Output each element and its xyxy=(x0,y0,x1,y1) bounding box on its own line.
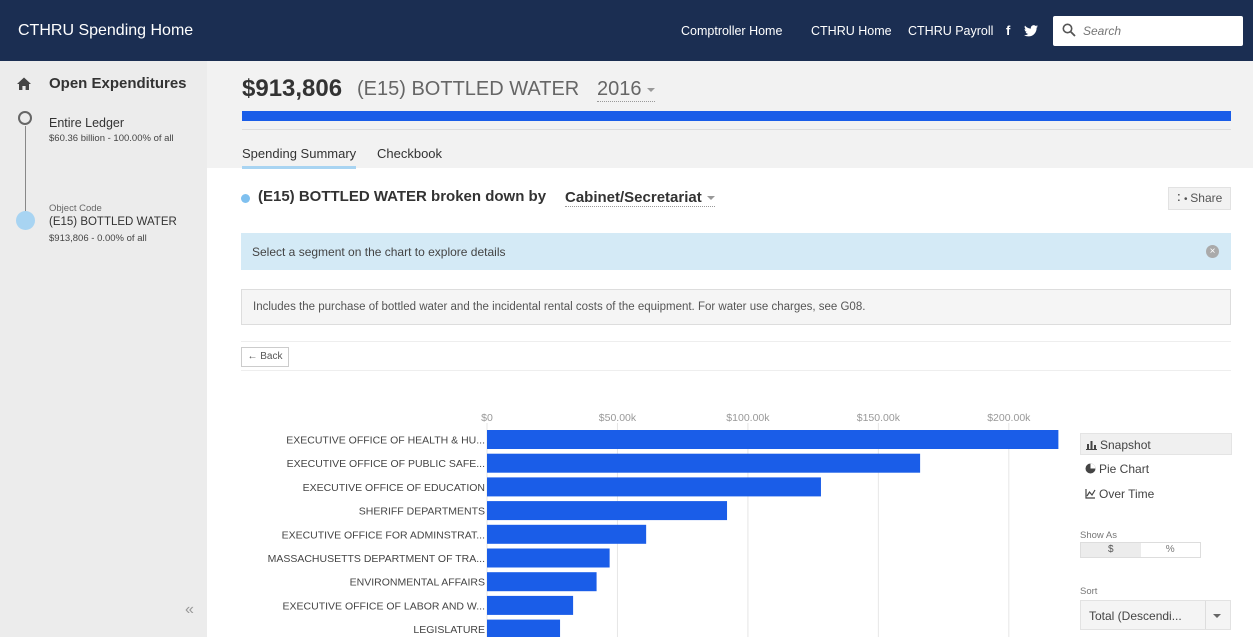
breakdown-dimension-dropdown[interactable]: Cabinet/Secretariat xyxy=(565,189,715,207)
collapse-sidebar-icon[interactable]: « xyxy=(185,601,194,619)
sidebar-step-object-code-total: $913,806 - 0.00% of all xyxy=(49,233,147,244)
timeline-node-object-code xyxy=(16,211,35,230)
bar[interactable] xyxy=(487,572,597,592)
breakdown-bar-chart: $0 $50.00k $100.00k $150.00k $200.00k EXECUTI… xyxy=(268,412,1059,637)
share-label: Share xyxy=(1190,191,1223,205)
bar[interactable] xyxy=(487,501,728,521)
category-label: MASSACHUSETTS DEPARTMENT OF TRA... xyxy=(268,553,485,565)
chevron-down-icon xyxy=(1213,614,1221,618)
bar[interactable] xyxy=(487,453,921,473)
bar-chart-icon xyxy=(1086,441,1097,450)
bar[interactable] xyxy=(487,524,647,544)
category-label: LEGISLATURE xyxy=(413,624,485,636)
sort-dropdown[interactable]: Total (Descendi... xyxy=(1080,600,1231,630)
breakdown-title: (E15) BOTTLED WATER broken down by xyxy=(258,188,547,205)
sort-value: Total (Descendi... xyxy=(1089,609,1182,623)
show-as-toggle: $ % xyxy=(1080,542,1201,558)
home-icon xyxy=(17,77,31,90)
nav-link-cthru-payroll[interactable]: CTHRU Payroll xyxy=(908,24,993,38)
category-label: ENVIRONMENTAL AFFAIRS xyxy=(350,577,485,589)
bar[interactable] xyxy=(487,619,561,637)
show-as-label: Show As xyxy=(1080,530,1117,541)
x-tick-label: $0 xyxy=(481,412,493,424)
bar[interactable] xyxy=(487,430,1059,449)
category-label: EXECUTIVE OFFICE OF HEALTH & HU... xyxy=(286,435,485,447)
share-button[interactable]: ⠅• Share xyxy=(1168,187,1231,210)
bar[interactable] xyxy=(487,548,610,568)
line-chart-icon xyxy=(1085,489,1096,499)
breakdown-marker xyxy=(241,194,250,203)
sort-label: Sort xyxy=(1080,586,1098,597)
view-snapshot-label: Snapshot xyxy=(1100,438,1151,452)
brand-link[interactable]: CTHRU Spending Home xyxy=(18,22,193,40)
category-label: SHERIFF DEPARTMENTS xyxy=(359,506,485,518)
facebook-icon[interactable]: f xyxy=(1006,23,1010,38)
header-divider xyxy=(242,129,1231,130)
description-text: Includes the purchase of bottled water a… xyxy=(253,301,866,313)
tab-checkbook[interactable]: Checkbook xyxy=(377,146,442,161)
spending-progress-bar xyxy=(242,111,1231,121)
share-icon: ⠅• xyxy=(1176,194,1191,205)
top-navbar: CTHRU Spending Home Comptroller Home CTH… xyxy=(0,0,1253,61)
object-code-description: Includes the purchase of bottled water a… xyxy=(241,289,1231,325)
total-amount: $913,806 xyxy=(242,75,343,102)
fiscal-year-dropdown[interactable]: 2016 xyxy=(597,78,655,102)
fiscal-year-value: 2016 xyxy=(597,78,642,100)
divider xyxy=(241,341,1231,342)
tab-spending-summary[interactable]: Spending Summary xyxy=(242,146,357,169)
sidebar-step-object-code-label: Object Code xyxy=(49,203,102,214)
x-tick-label: $150.00k xyxy=(857,412,901,424)
sidebar-step-entire-ledger[interactable]: Entire Ledger xyxy=(49,116,124,130)
timeline-line xyxy=(25,126,26,221)
pie-chart-icon xyxy=(1085,463,1096,474)
view-pie-chart-option[interactable]: Pie Chart xyxy=(1080,458,1232,480)
x-tick-label: $100.00k xyxy=(726,412,770,424)
category-label: EXECUTIVE OFFICE OF PUBLIC SAFE... xyxy=(287,458,485,470)
search-input[interactable] xyxy=(1083,20,1233,42)
back-button[interactable]: ← Back xyxy=(241,347,289,367)
nav-link-cthru-home[interactable]: CTHRU Home xyxy=(811,24,892,38)
show-as-percent-option[interactable]: % xyxy=(1141,543,1201,557)
view-snapshot-option[interactable]: Snapshot xyxy=(1080,433,1232,455)
show-as-dollar-option[interactable]: $ xyxy=(1081,543,1141,557)
timeline-node-entire-ledger[interactable] xyxy=(18,111,32,125)
sidebar-step-entire-ledger-total: $60.36 billion - 100.00% of all xyxy=(49,133,174,144)
info-alert: Select a segment on the chart to explore… xyxy=(241,233,1231,270)
x-tick-label: $200.00k xyxy=(987,412,1031,424)
nav-link-comptroller-home[interactable]: Comptroller Home xyxy=(681,24,782,38)
x-tick-label: $50.00k xyxy=(599,412,637,424)
bar[interactable] xyxy=(487,595,574,615)
view-over-time-label: Over Time xyxy=(1099,487,1155,501)
twitter-icon[interactable] xyxy=(1024,25,1038,37)
category-label: EXECUTIVE OFFICE OF LABOR AND W... xyxy=(283,600,485,612)
divider xyxy=(241,370,1231,371)
category-label: EXECUTIVE OFFICE OF EDUCATION xyxy=(303,482,485,494)
view-pie-chart-label: Pie Chart xyxy=(1099,462,1150,476)
spending-progress-fill xyxy=(242,111,1231,121)
sidebar: Open Expenditures Entire Ledger $60.36 b… xyxy=(0,61,207,637)
sort-divider xyxy=(1205,601,1206,629)
bar[interactable] xyxy=(487,477,821,497)
category-label: EXECUTIVE OFFICE FOR ADMINSTRAT... xyxy=(282,529,485,541)
object-code-name: (E15) BOTTLED WATER xyxy=(357,78,580,100)
sidebar-step-object-code[interactable]: (E15) BOTTLED WATER xyxy=(49,216,177,228)
search-box[interactable] xyxy=(1053,16,1243,46)
chevron-down-icon xyxy=(646,87,655,92)
sidebar-title: Open Expenditures xyxy=(49,75,187,92)
close-icon[interactable]: × xyxy=(1206,245,1219,258)
search-icon xyxy=(1062,23,1076,37)
chevron-down-icon xyxy=(706,196,715,201)
view-over-time-option[interactable]: Over Time xyxy=(1080,483,1232,505)
breakdown-dimension-value: Cabinet/Secretariat xyxy=(565,189,702,206)
info-message: Select a segment on the chart to explore… xyxy=(252,245,506,259)
